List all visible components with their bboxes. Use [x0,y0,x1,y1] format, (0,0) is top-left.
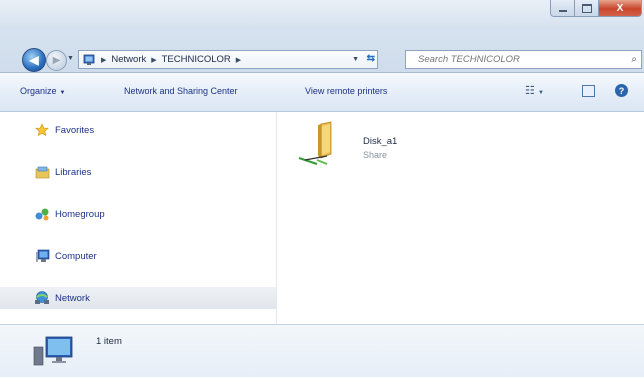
help-icon[interactable]: ? [615,84,628,97]
computer-icon [34,248,50,264]
forward-button[interactable]: ▶ [46,50,67,71]
maximize-icon [581,3,592,13]
nav-item-network[interactable]: Network [0,287,276,309]
network-icon [34,290,50,306]
preview-pane-button[interactable] [582,85,595,97]
shared-folder-icon [297,120,345,166]
nav-item-label: Libraries [55,166,92,178]
navigation-pane: Favorites Libraries Homegroup Computer N… [0,112,277,324]
search-icon[interactable]: ⌕ [631,54,637,65]
view-remote-printers-button[interactable]: View remote printers [305,86,387,96]
nav-item-label: Homegroup [55,208,105,220]
chevron-down-icon: ▼ [59,90,66,96]
breadcrumb-chevron-icon[interactable]: ▶ [101,56,106,64]
maximize-button[interactable] [575,0,599,17]
star-icon [34,122,50,138]
item-count: 1 item [96,336,122,347]
address-dropdown-icon[interactable]: ▼ [352,56,359,63]
nav-item-label: Computer [55,250,97,262]
organize-label: Organize [20,86,57,96]
address-bar[interactable]: ▶ Network ▶ TECHNICOLOR ▶ ▼ ⇆ [78,50,378,69]
nav-item-libraries[interactable]: Libraries [0,161,276,183]
search-box[interactable]: ⌕ [405,50,642,69]
list-item[interactable]: Disk_a1 Share [297,120,427,170]
organize-button[interactable]: Organize ▼ [20,86,65,96]
nav-item-label: Favorites [55,124,95,136]
breadcrumb-technicolor[interactable]: TECHNICOLOR [162,54,231,65]
close-button[interactable]: X [599,0,642,17]
libraries-icon [34,164,50,180]
back-button[interactable]: ◀ [22,48,46,72]
command-bar: Organize ▼ Network and Sharing Center Vie… [0,73,644,112]
recent-pages-dropdown[interactable]: ▼ [67,55,75,63]
network-icon [32,333,82,369]
file-type: Share [363,150,388,160]
nav-item-homegroup[interactable]: Homegroup [0,203,276,225]
refresh-icon[interactable]: ⇆ [367,53,375,64]
file-list: Disk_a1 Share [277,112,644,324]
chevron-down-icon: ▼ [537,90,544,96]
explorer-window: X ◀ ▶ ▼ ▶ Network ▶ TECHNICOLOR ▶ ▼ ⇆ ⌕ … [0,0,644,377]
breadcrumb-network[interactable]: Network [111,54,146,65]
views-icon: ☷ [525,85,535,97]
file-name: Disk_a1 [363,136,398,147]
change-view-button[interactable]: ☷ ▼ [525,84,544,97]
network-location-icon [83,54,99,66]
search-input[interactable] [416,53,620,66]
caption-buttons: X [550,0,642,18]
nav-item-label: Network [55,292,90,304]
minimize-button[interactable] [550,0,575,17]
nav-item-favorites[interactable]: Favorites [0,119,276,141]
nav-item-computer[interactable]: Computer [0,245,276,267]
breadcrumb-chevron-icon[interactable]: ▶ [236,56,241,64]
forward-arrow-icon: ▶ [52,55,61,66]
close-icon: X [616,2,624,14]
homegroup-icon [34,206,50,222]
breadcrumb-chevron-icon[interactable]: ▶ [151,56,156,64]
back-arrow-icon: ◀ [29,53,39,67]
details-pane: 1 item [0,324,644,377]
minimize-icon [558,10,567,12]
network-sharing-center-button[interactable]: Network and Sharing Center [124,86,238,96]
